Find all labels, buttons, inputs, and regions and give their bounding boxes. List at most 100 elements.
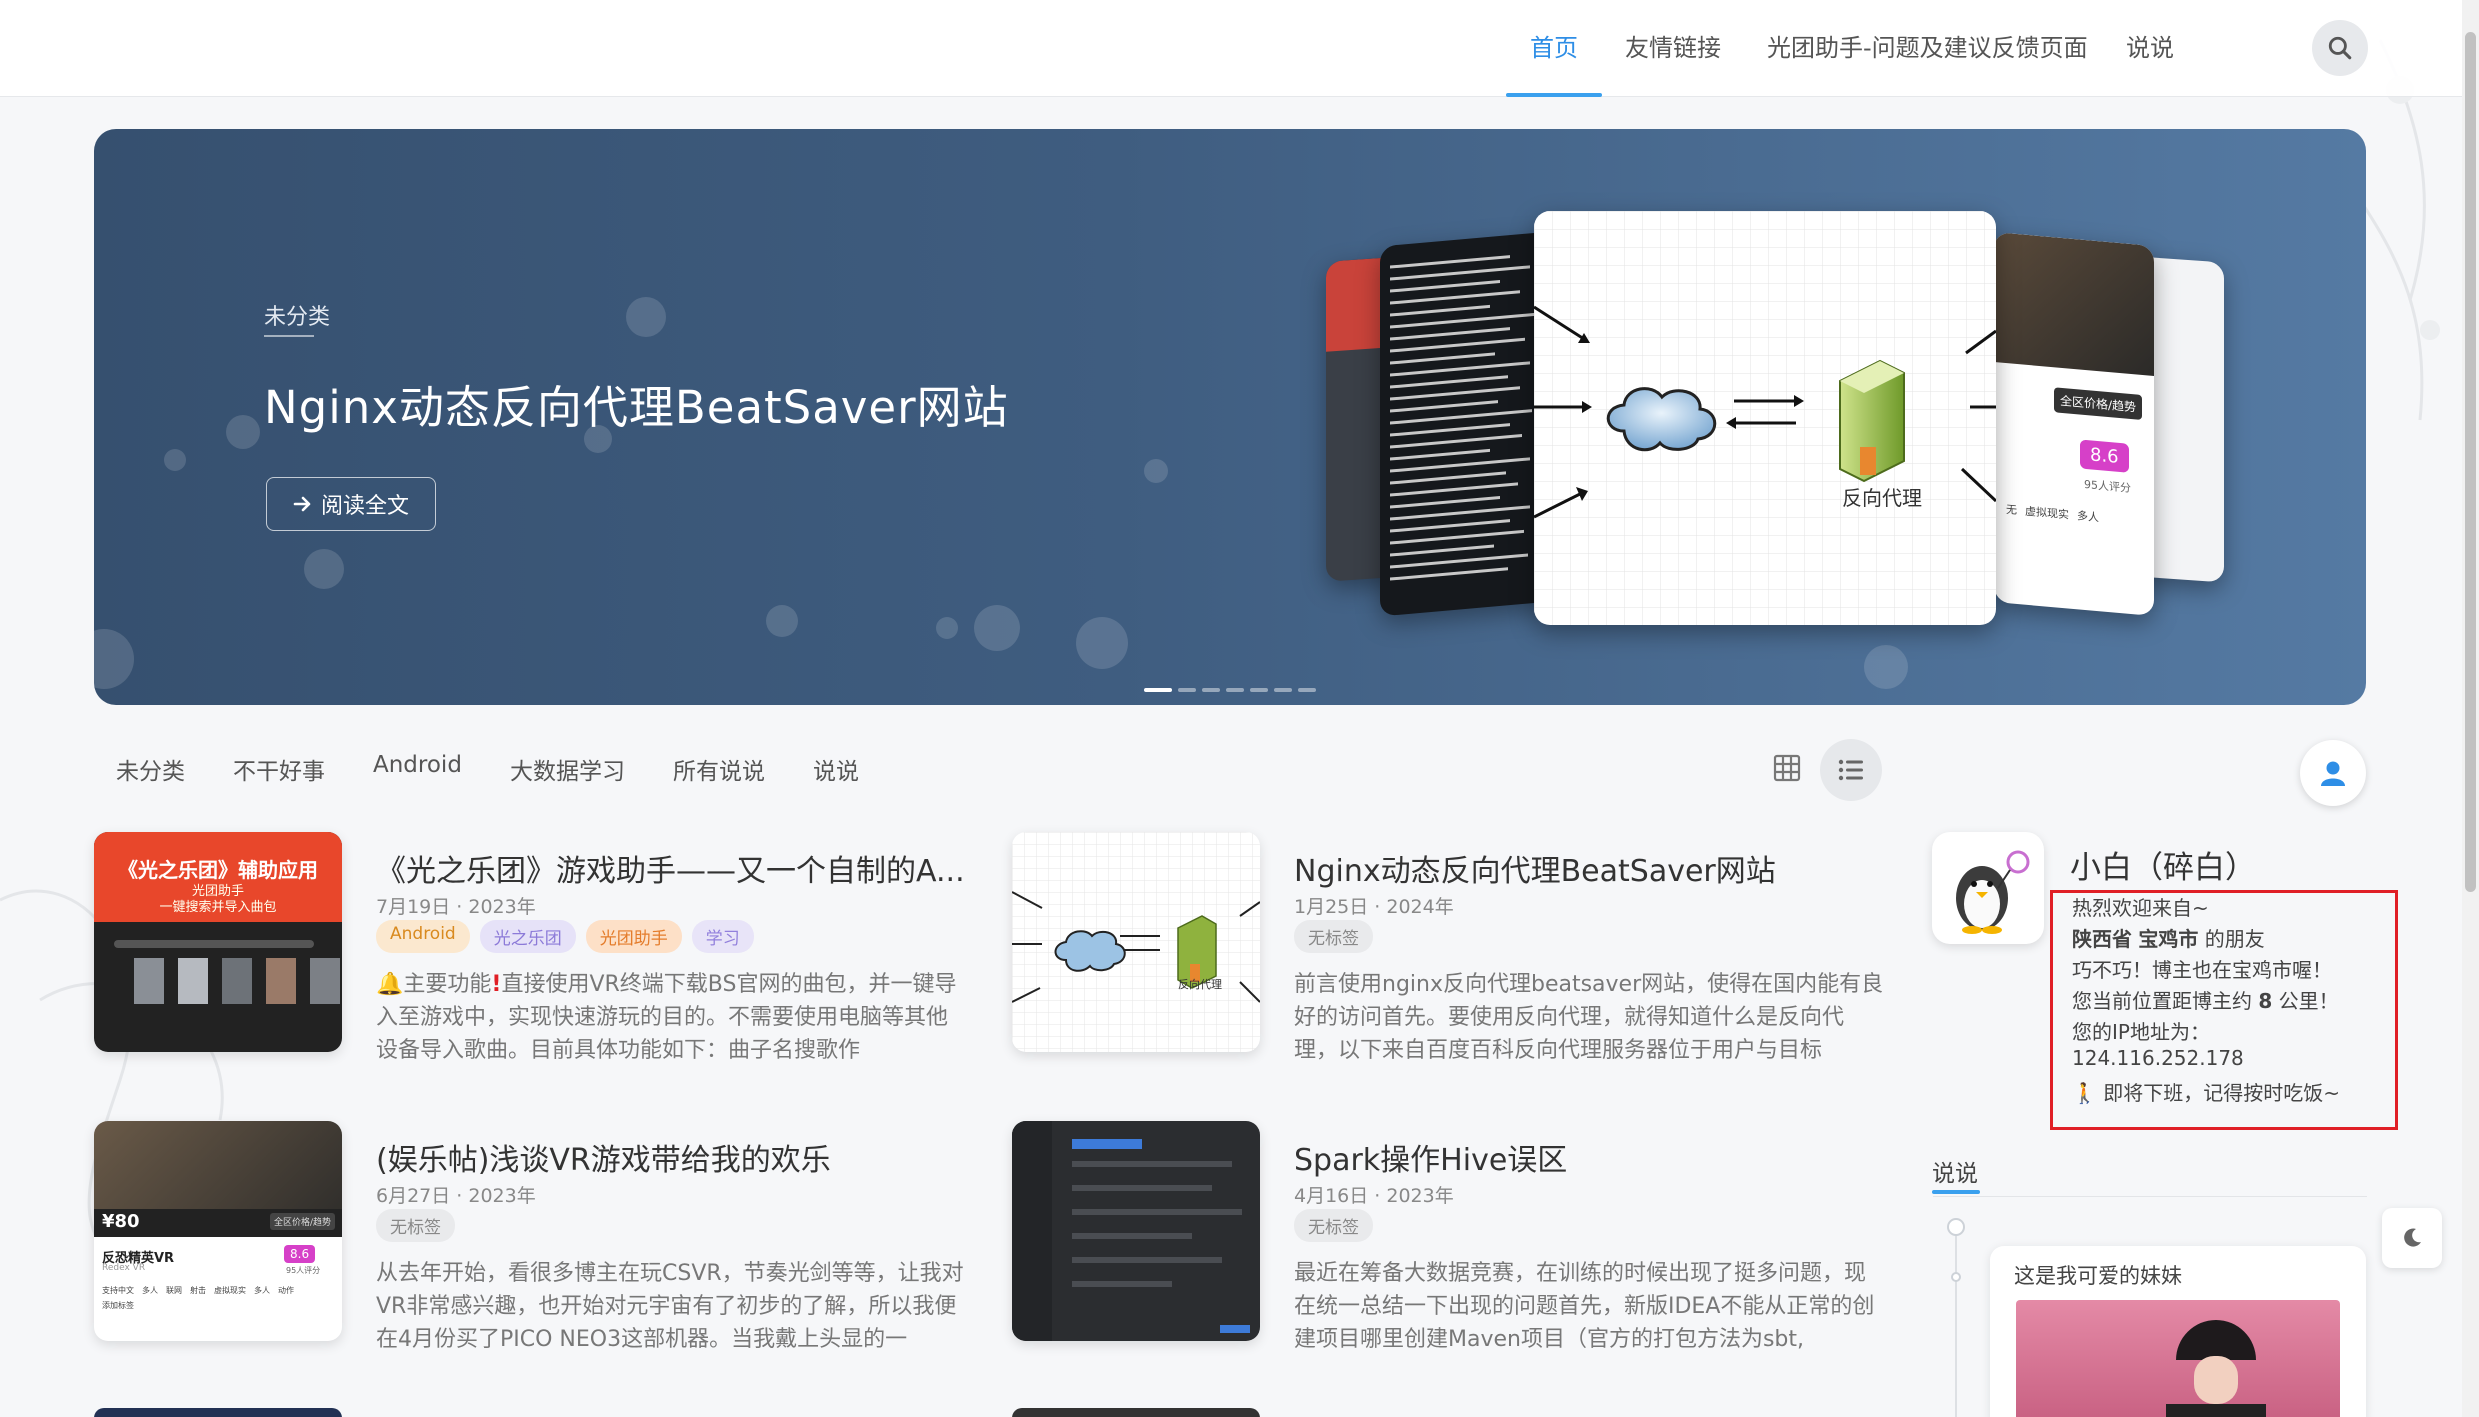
post-thumbnail-partial[interactable]	[94, 1408, 342, 1417]
diagram-label: 反向代理	[1842, 486, 1922, 510]
post-title[interactable]: (娱乐帖)浅谈VR游戏带给我的欢乐	[376, 1135, 976, 1179]
carousel-indicators[interactable]	[1144, 688, 1316, 692]
post-thumbnail-partial[interactable]	[1012, 1408, 1260, 1417]
post-title[interactable]: 《光之乐团》游戏助手——又一个自制的A...	[376, 846, 976, 890]
slide-preview-main[interactable]: 反向代理	[1534, 211, 1996, 625]
read-more-label: 阅读全文	[320, 494, 409, 519]
user-button[interactable]	[2300, 740, 2366, 806]
slide-card-button: 全区价格/趋势	[2054, 387, 2143, 420]
category-bigdata[interactable]: 大数据学习	[510, 752, 625, 786]
tag-chip[interactable]: 学习	[691, 920, 754, 953]
post-card[interactable]: 反向代理 Nginx动态反向代理BeatSaver网站 1月25日 · 2024…	[1012, 832, 1912, 1063]
nav-home[interactable]: 首页	[1530, 28, 1578, 68]
thumb-subtitle-2: 一键搜索并导入曲包	[159, 900, 277, 915]
dark-mode-button[interactable]	[2382, 1208, 2442, 1268]
search-button[interactable]	[2312, 20, 2368, 76]
read-more-button[interactable]: 阅读全文	[266, 477, 436, 531]
thumb-tags: 支持中文 多人 联网 射击 虚拟现实 多人 动作 添加标签	[102, 1286, 294, 1310]
user-icon	[2321, 761, 2345, 786]
post-card[interactable]: ¥80 全区价格/趋势 反恐精英VR Redex VR 8.6 95人评分 支持…	[94, 1121, 994, 1352]
hero-carousel[interactable]: 未分类 Nginx动态反向代理BeatSaver网站 阅读全文 全区价格/趋势	[94, 129, 2366, 705]
says-photo[interactable]	[2016, 1300, 2340, 1417]
post-excerpt: 前言使用nginx反向代理beatsaver网站，使得在国内能有良好的访问首先。…	[1294, 972, 1884, 1063]
post-excerpt: 🔔主要功能!直接使用VR终端下载BS官网的曲包，并一键导入至游戏中，实现快速游玩…	[376, 972, 957, 1063]
slide-dot-6[interactable]	[1274, 688, 1292, 692]
walking-person-icon: 🚶	[2072, 1081, 2097, 1105]
slide-preview-left-terminal[interactable]	[1380, 231, 1550, 617]
grid-view-icon[interactable]	[1772, 753, 1802, 783]
bell-icon: 🔔	[376, 972, 404, 997]
post-excerpt: 最近在筹备大数据竞赛，在训练的时候出现了挺多问题，现在统一总结一下出现的问题首先…	[1294, 1261, 1875, 1352]
category-android[interactable]: Android	[373, 752, 462, 786]
post-thumbnail[interactable]: ¥80 全区价格/趋势 反恐精英VR Redex VR 8.6 95人评分 支持…	[94, 1121, 342, 1341]
top-navigation: 首页 友情链接 光团助手-问题及建议反馈页面 说说	[0, 0, 2462, 97]
visitor-location: 陕西省 宝鸡市 的朋友	[2072, 927, 2265, 951]
slide-card-tags: 无虚拟现实 多人	[2006, 503, 2099, 525]
list-view-icon	[1838, 759, 1863, 781]
post-thumbnail[interactable]: 《光之乐团》辅助应用 光团助手 一键搜索并导入曲包	[94, 832, 342, 1052]
post-date: 7月19日 · 2023年	[376, 896, 536, 918]
category-all-says[interactable]: 所有说说	[673, 752, 765, 786]
welcome-text: 热烈欢迎来自~	[2072, 896, 2209, 920]
post-date: 4月16日 · 2023年	[1294, 1185, 1454, 1207]
slide-dot-4[interactable]	[1226, 688, 1244, 692]
scrollbar-thumb[interactable]	[2465, 32, 2476, 892]
distance-text: 您当前位置距博主约 8 公里！	[2072, 989, 2339, 1013]
profile-avatar[interactable]	[1932, 832, 2044, 944]
thumb-button: 全区价格/趋势	[270, 1213, 336, 1230]
post-card[interactable]: 《光之乐团》辅助应用 光团助手 一键搜索并导入曲包 《光之乐团》游戏助手——又一…	[94, 832, 994, 1063]
search-icon	[2328, 36, 2352, 60]
post-title[interactable]: Spark操作Hive误区	[1294, 1135, 1894, 1179]
tag-chip[interactable]: 无标签	[1294, 920, 1373, 953]
timeline-dot	[1947, 1218, 1965, 1236]
tag-chip[interactable]: Android	[376, 920, 470, 953]
post-tags: Android 光之乐团 光团助手 学习	[376, 920, 754, 953]
farewell-text: 🚶 即将下班，记得按时吃饭~	[2072, 1081, 2341, 1105]
tag-chip[interactable]: 无标签	[1294, 1209, 1373, 1242]
thumb-label: 反向代理	[1178, 977, 1222, 991]
coincidence-text: 巧不巧！博主也在宝鸡市喔！	[2072, 958, 2332, 982]
arrow-right-icon	[293, 496, 311, 512]
tag-chip[interactable]: 光之乐团	[479, 920, 576, 953]
says-text: 这是我可爱的妹妹	[2014, 1264, 2182, 1288]
slide-dot-7[interactable]	[1298, 688, 1316, 692]
category-uncategorized[interactable]: 未分类	[116, 752, 185, 786]
slide-dot-3[interactable]	[1202, 688, 1220, 692]
says-section-title[interactable]: 说说	[1932, 1154, 1978, 1188]
category-bar: 未分类 不干好事 Android 大数据学习 所有说说 说说	[116, 752, 907, 786]
moon-icon	[2404, 1228, 2421, 1247]
thumb-score-caption: 95人评分	[286, 1266, 321, 1275]
thumb-game-sub: Redex VR	[102, 1263, 146, 1273]
post-excerpt: 从去年开始，看很多博主在玩CSVR，节奏光剑等等，让我对VR非常感兴趣，也开始对…	[376, 1261, 964, 1352]
hero-title[interactable]: Nginx动态反向代理BeatSaver网站	[264, 371, 1009, 436]
slide-preview-right-game[interactable]: 全区价格/趋势 8.6 95人评分 无虚拟现实 多人	[1994, 232, 2154, 616]
exclamation-icon: !	[491, 972, 502, 997]
post-thumbnail[interactable]	[1012, 1121, 1260, 1341]
thumb-title: 《光之乐团》辅助应用	[118, 858, 318, 882]
post-thumbnail[interactable]: 反向代理	[1012, 832, 1260, 1052]
nav-says[interactable]: 说说	[2126, 28, 2174, 68]
nav-feedback[interactable]: 光团助手-问题及建议反馈页面	[1767, 28, 2088, 68]
tag-chip[interactable]: 无标签	[376, 1209, 455, 1242]
slide-dot-5[interactable]	[1250, 688, 1268, 692]
category-mischief[interactable]: 不干好事	[233, 752, 325, 786]
slide-dot-2[interactable]	[1178, 688, 1196, 692]
post-tags: 无标签	[1294, 1209, 1373, 1242]
profile-name: 小白（碎白）	[2070, 850, 2256, 886]
says-timeline	[1955, 1222, 1957, 1417]
hero-category[interactable]: 未分类	[264, 299, 330, 331]
tag-chip[interactable]: 光团助手	[585, 920, 682, 953]
timeline-dot	[1951, 1272, 1961, 1282]
ip-address: 124.116.252.178	[2072, 1046, 2244, 1070]
category-says[interactable]: 说说	[813, 752, 859, 786]
says-card[interactable]: 这是我可爱的妹妹	[1990, 1246, 2366, 1417]
post-card[interactable]: Spark操作Hive误区 4月16日 · 2023年 无标签 最近在筹备大数据…	[1012, 1121, 1912, 1352]
slide-card-score-caption: 95人评分	[2084, 477, 2131, 495]
says-title-underline	[1932, 1190, 1980, 1194]
slide-dot-1[interactable]	[1144, 688, 1172, 692]
list-view-button[interactable]	[1820, 739, 1882, 801]
nav-friend-links[interactable]: 友情链接	[1625, 28, 1721, 68]
post-date: 1月25日 · 2024年	[1294, 896, 1454, 918]
thumb-price: ¥80	[102, 1211, 140, 1232]
post-title[interactable]: Nginx动态反向代理BeatSaver网站	[1294, 846, 1894, 890]
